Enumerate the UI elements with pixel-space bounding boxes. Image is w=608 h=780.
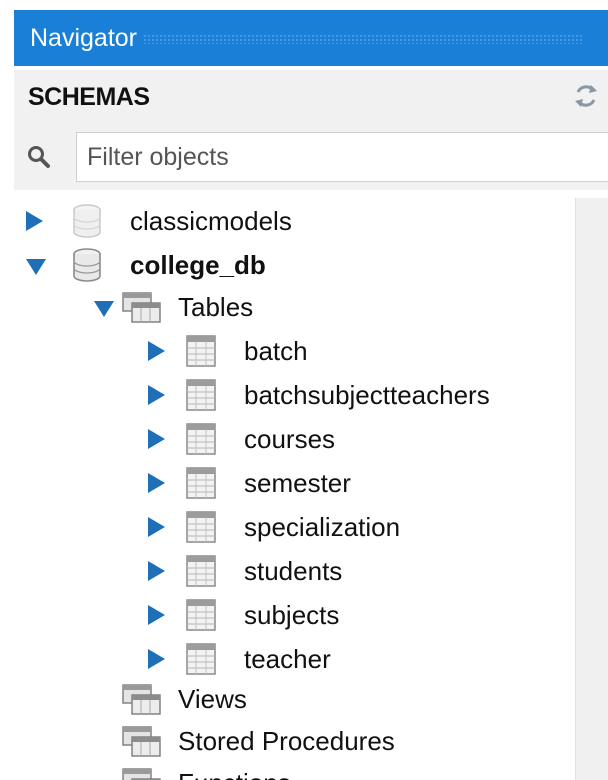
table-icon — [186, 599, 216, 631]
filter-row — [14, 124, 608, 190]
schemas-label: SCHEMAS — [28, 83, 150, 111]
expand-arrow-icon[interactable] — [148, 649, 165, 669]
expand-arrow-icon[interactable] — [148, 473, 165, 493]
table-label: batch — [244, 336, 308, 366]
tree-item-classicmodels[interactable]: classicmodels — [14, 200, 574, 242]
schema-tree: classicmodels college_db Tables batch ba… — [14, 190, 608, 780]
table-item[interactable]: subjects — [14, 594, 574, 636]
navigator-title: Navigator — [30, 24, 137, 52]
expand-arrow-icon[interactable] — [148, 385, 165, 405]
search-icon — [28, 146, 50, 168]
table-icon — [186, 379, 216, 411]
table-icon — [186, 511, 216, 543]
navigator-panel: Navigator SCHEMAS classicmodels — [0, 0, 608, 780]
table-item[interactable]: teacher — [14, 638, 574, 680]
expand-arrow-icon[interactable] — [148, 341, 165, 361]
folder-label: Tables — [178, 292, 254, 322]
tree-item-stored-procedures[interactable]: Stored Procedures — [14, 720, 574, 762]
collapse-arrow-icon[interactable] — [26, 259, 46, 275]
table-item[interactable]: specialization — [14, 506, 574, 548]
table-icon — [186, 643, 216, 675]
table-icon — [186, 555, 216, 587]
expand-arrow-icon[interactable] — [148, 561, 165, 581]
table-label: teacher — [244, 644, 331, 674]
tree-item-tables[interactable]: Tables — [14, 286, 574, 328]
drag-grip[interactable] — [143, 34, 583, 45]
filter-input[interactable] — [76, 132, 608, 182]
table-icon — [186, 467, 216, 499]
table-icon — [186, 335, 216, 367]
folder-label: Functions — [178, 768, 291, 780]
functions-folder-icon — [122, 768, 161, 780]
collapse-arrow-icon[interactable] — [94, 301, 114, 317]
folder-label: Views — [178, 684, 247, 714]
database-icon — [73, 248, 101, 282]
table-item[interactable]: batch — [14, 330, 574, 372]
tree-item-functions[interactable]: Functions — [14, 762, 574, 780]
navigator-header[interactable]: Navigator — [14, 10, 608, 66]
schemas-section-header: SCHEMAS — [14, 70, 608, 124]
tables-folder-icon — [122, 292, 161, 323]
expand-arrow-icon[interactable] — [26, 211, 43, 231]
expand-arrow-icon[interactable] — [148, 517, 165, 537]
database-icon — [73, 204, 101, 238]
folder-label: Stored Procedures — [178, 726, 395, 756]
table-label: semester — [244, 468, 351, 498]
table-label: courses — [244, 424, 336, 454]
table-icon — [186, 423, 216, 455]
expand-arrow-icon[interactable] — [148, 429, 165, 449]
table-label: batchsubjectteachers — [244, 380, 490, 410]
table-label: subjects — [244, 600, 340, 630]
table-item[interactable]: semester — [14, 462, 574, 504]
schema-label: classicmodels — [130, 206, 292, 236]
refresh-icon[interactable] — [572, 82, 600, 110]
table-label: students — [244, 556, 343, 586]
tree-item-college-db[interactable]: college_db — [14, 244, 574, 286]
table-item[interactable]: courses — [14, 418, 574, 460]
panel-edge — [0, 0, 14, 780]
tree-item-views[interactable]: Views — [14, 678, 574, 720]
tree-scrollbar[interactable] — [575, 198, 608, 780]
schema-label: college_db — [130, 250, 266, 280]
table-label: specialization — [244, 512, 401, 542]
expand-arrow-icon[interactable] — [148, 605, 165, 625]
table-item[interactable]: batchsubjectteachers — [14, 374, 574, 416]
procedures-folder-icon — [122, 726, 161, 757]
table-item[interactable]: students — [14, 550, 574, 592]
views-folder-icon — [122, 684, 161, 715]
